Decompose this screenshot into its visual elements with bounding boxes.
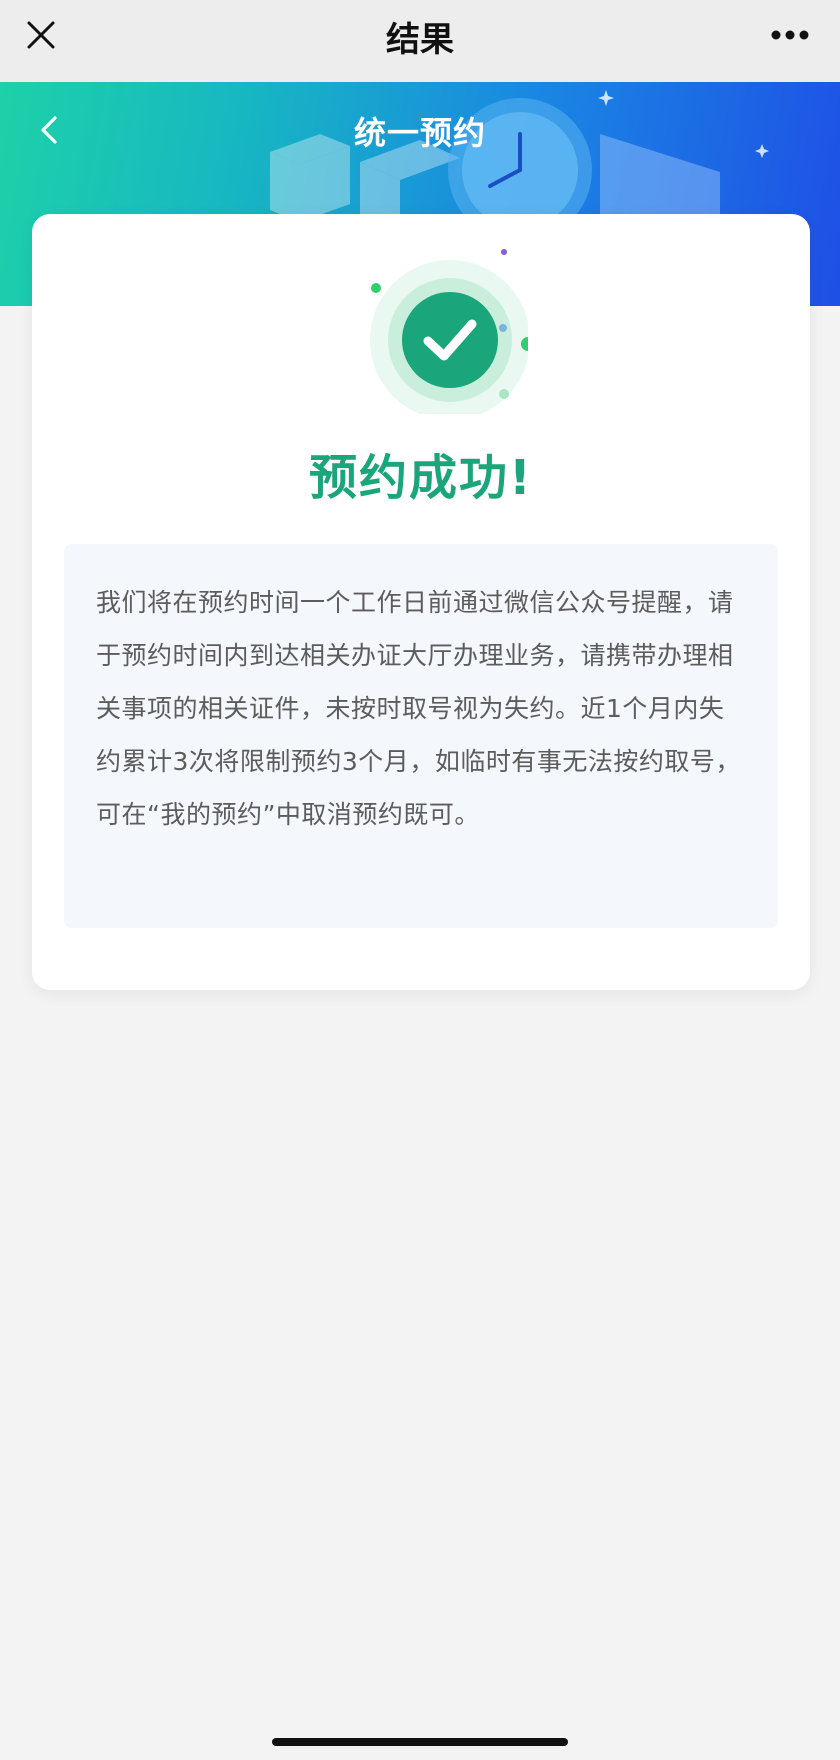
notice-box: 我们将在预约时间一个工作日前通过微信公众号提醒，请于预约时间内到达相关办证大厅办… — [64, 544, 778, 928]
success-title: 预约成功! — [309, 450, 533, 506]
notice-text: 我们将在预约时间一个工作日前通过微信公众号提醒，请于预约时间内到达相关办证大厅办… — [96, 588, 741, 829]
home-indicator — [272, 1738, 568, 1746]
result-card: 预约成功! 我们将在预约时间一个工作日前通过微信公众号提醒，请于预约时间内到达相… — [32, 214, 810, 990]
more-dots-icon — [771, 30, 809, 40]
success-check-icon — [370, 249, 528, 414]
nav-bar: 结果 — [0, 0, 840, 82]
page-title: 结果 — [386, 20, 454, 60]
banner-title: 统一预约 — [353, 114, 486, 152]
more-button[interactable] — [768, 18, 812, 52]
